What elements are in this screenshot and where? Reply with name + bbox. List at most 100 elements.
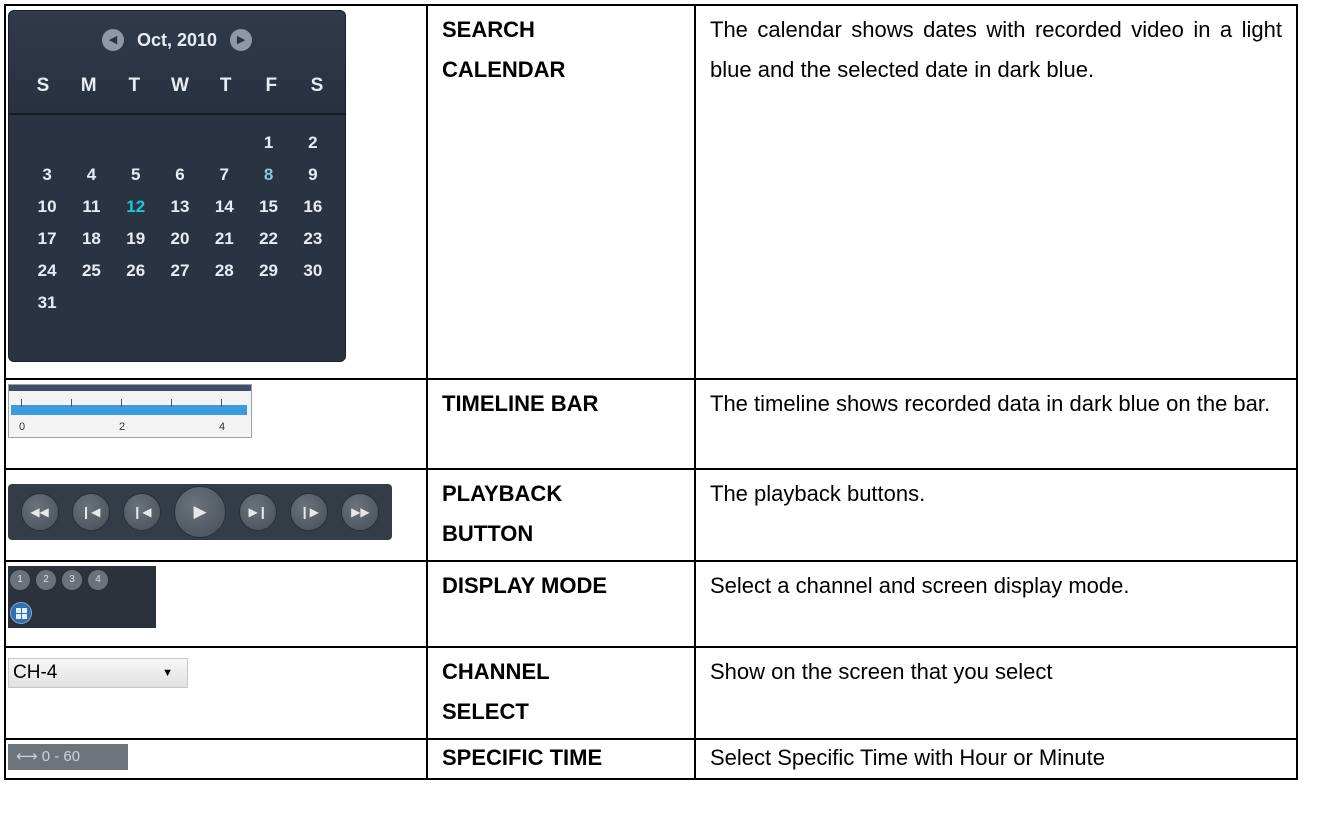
weekday-label: S [36, 75, 50, 96]
image-cell: ◀ Oct, 2010 ▶ S M T W T F S 1 2 3 4 5 6 7 8 9 10 1… [4, 4, 428, 380]
weekday-label: S [310, 75, 324, 96]
range-icon: ⟷ [16, 748, 38, 765]
feature-description: Show on the screen that you select [710, 659, 1053, 684]
calendar-day[interactable]: 19 [114, 223, 158, 255]
tick-label: 4 [219, 421, 226, 433]
channel-select-dropdown[interactable]: CH-4 ▼ [8, 658, 188, 688]
channel-2-button[interactable]: 2 [36, 570, 56, 590]
tick [121, 399, 122, 407]
prev-frame-icon[interactable]: ❙◀ [122, 493, 161, 531]
chevron-left-icon[interactable]: ◀ [101, 29, 124, 52]
calendar-day[interactable]: 17 [25, 223, 69, 255]
feature-name: SPECIFIC TIME [442, 745, 603, 770]
calendar-day[interactable]: 25 [69, 255, 113, 287]
feature-name: SEARCH CALENDAR [442, 17, 566, 82]
rewind-icon[interactable]: ◀◀ [20, 493, 59, 531]
weekday-label: T [219, 75, 232, 96]
play-icon[interactable]: ▶ [173, 486, 226, 538]
calendar-day[interactable]: 15 [246, 191, 290, 223]
calendar-day[interactable]: 1 [246, 127, 290, 159]
calendar-day[interactable]: 6 [158, 159, 202, 191]
tick [221, 399, 222, 407]
table-row: 0 2 4 TIMELINE BAR The timeline shows re… [4, 378, 1298, 470]
calendar-day[interactable]: 7 [202, 159, 246, 191]
chevron-down-icon: ▼ [162, 667, 173, 679]
calendar-day[interactable]: 22 [246, 223, 290, 255]
playback-controls: ◀◀ ❙◀ ❙◀ ▶ ▶❙ ❙▶ ▶▶ [8, 484, 392, 540]
calendar-day[interactable]: 14 [202, 191, 246, 223]
calendar-day[interactable]: 21 [202, 223, 246, 255]
calendar-day[interactable]: 29 [246, 255, 290, 287]
image-cell: ⟷ 0 - 60 [4, 738, 428, 780]
calendar-day[interactable]: 8 [246, 159, 290, 191]
name-cell: DISPLAY MODE [426, 560, 696, 648]
calendar-day[interactable]: 23 [291, 223, 335, 255]
calendar-empty [202, 127, 246, 159]
chevron-right-icon[interactable]: ▶ [230, 29, 253, 52]
calendar-day[interactable]: 26 [114, 255, 158, 287]
calendar-day[interactable]: 5 [114, 159, 158, 191]
calendar-day[interactable]: 12 [114, 191, 158, 223]
tick [71, 399, 72, 407]
calendar-day[interactable]: 30 [291, 255, 335, 287]
channel-4-button[interactable]: 4 [88, 570, 108, 590]
weekday-label: T [128, 75, 141, 96]
channel-3-button[interactable]: 3 [62, 570, 82, 590]
tick-label: 0 [19, 421, 26, 433]
next-frame-icon[interactable]: ▶❙ [239, 493, 278, 531]
calendar-empty [69, 127, 113, 159]
table-row: ⟷ 0 - 60 SPECIFIC TIME Select Specific T… [4, 738, 1298, 780]
feature-name: CHANNEL SELECT [442, 659, 550, 724]
specific-time-value: 0 - 60 [41, 748, 81, 765]
channel-1-button[interactable]: 1 [10, 570, 30, 590]
specific-time-button[interactable]: ⟷ 0 - 60 [8, 744, 128, 770]
fast-forward-icon[interactable]: ▶▶ [341, 493, 380, 531]
feature-name: DISPLAY MODE [442, 573, 608, 598]
calendar-day[interactable]: 18 [69, 223, 113, 255]
calendar-day[interactable]: 9 [291, 159, 335, 191]
calendar-day[interactable]: 4 [69, 159, 113, 191]
description-cell: The playback buttons. [694, 468, 1298, 562]
calendar-empty [25, 127, 69, 159]
calendar-day[interactable]: 31 [25, 287, 69, 319]
calendar-day[interactable]: 28 [202, 255, 246, 287]
table-row: CH-4 ▼ CHANNEL SELECT Show on the screen… [4, 646, 1298, 740]
image-cell: CH-4 ▼ [4, 646, 428, 740]
table-row: 1 2 3 4 DISPLAY MODE Select a channel an… [4, 560, 1298, 648]
feature-description: Select a channel and screen display mode… [710, 573, 1130, 598]
feature-description: The timeline shows recorded data in dark… [710, 391, 1271, 416]
feature-table: ◀ Oct, 2010 ▶ S M T W T F S 1 2 3 4 5 6 7 8 9 10 1… [4, 4, 1298, 780]
name-cell: TIMELINE BAR [426, 378, 696, 470]
description-cell: The calendar shows dates with recorded v… [694, 4, 1298, 380]
calendar-day[interactable]: 10 [25, 191, 69, 223]
calendar-day[interactable]: 13 [158, 191, 202, 223]
quad-view-icon[interactable] [10, 602, 32, 624]
feature-description: The playback buttons. [710, 481, 926, 506]
description-cell: Select a channel and screen display mode… [694, 560, 1298, 648]
calendar-day[interactable]: 3 [25, 159, 69, 191]
channel-select-value: CH-4 [13, 662, 58, 683]
weekday-label: F [265, 75, 278, 96]
step-back-icon[interactable]: ❙◀ [71, 493, 110, 531]
tick-label: 2 [119, 421, 126, 433]
description-cell: Show on the screen that you select [694, 646, 1298, 740]
calendar-day[interactable]: 20 [158, 223, 202, 255]
name-cell: PLAYBACK BUTTON [426, 468, 696, 562]
display-mode-panel: 1 2 3 4 [8, 566, 156, 628]
name-cell: SPECIFIC TIME [426, 738, 696, 780]
calendar-day[interactable]: 24 [25, 255, 69, 287]
feature-description: The calendar shows dates with recorded v… [710, 17, 1282, 82]
calendar-empty [114, 127, 158, 159]
timeline-bar[interactable]: 0 2 4 [8, 384, 252, 438]
calendar-day[interactable]: 11 [69, 191, 113, 223]
tick [171, 399, 172, 407]
calendar-days: 1 2 3 4 5 6 7 8 9 10 11 12 13 14 15 16 17 18 19 20 21 22 23 24 2… [25, 127, 335, 319]
table-row: ◀◀ ❙◀ ❙◀ ▶ ▶❙ ❙▶ ▶▶ PLAYBACK BUTTON The … [4, 468, 1298, 562]
weekday-label: W [171, 75, 189, 96]
recorded-bar [11, 405, 247, 415]
step-forward-icon[interactable]: ❙▶ [290, 493, 329, 531]
calendar-day[interactable]: 2 [291, 127, 335, 159]
calendar-day[interactable]: 27 [158, 255, 202, 287]
calendar-day[interactable]: 16 [291, 191, 335, 223]
image-cell: 0 2 4 [4, 378, 428, 470]
